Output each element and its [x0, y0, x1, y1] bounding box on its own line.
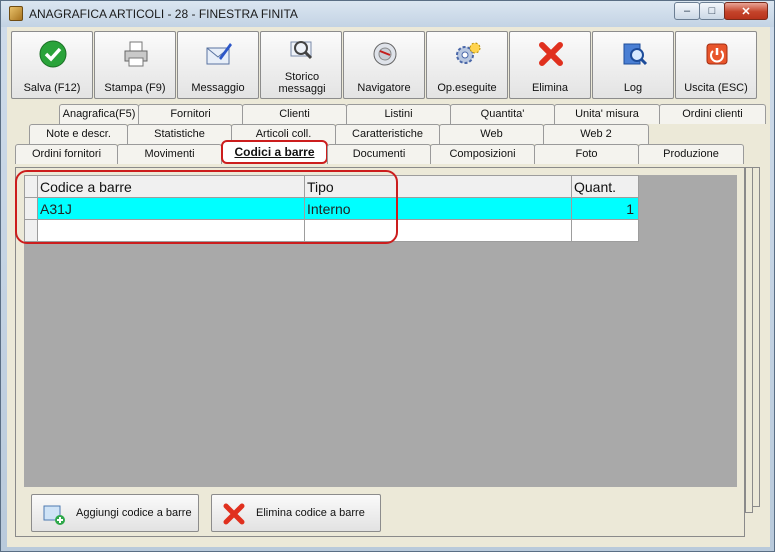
row-indicator[interactable] [24, 219, 38, 242]
cell-type[interactable] [304, 219, 572, 242]
tab-ordini-fornitori[interactable]: Ordini fornitori [15, 144, 118, 164]
navigator-button[interactable]: Navigatore [343, 31, 425, 99]
log-icon [623, 43, 648, 66]
tab-anagrafica[interactable]: Anagrafica(F5) [59, 104, 139, 124]
delete-label: Elimina [531, 82, 569, 94]
check-icon [39, 40, 67, 68]
app-box-icon [9, 6, 23, 21]
exit-label: Uscita (ESC) [684, 82, 748, 94]
tab-statistiche[interactable]: Statistiche [127, 124, 232, 144]
table-row[interactable]: A31J Interno 1 [24, 197, 639, 220]
cell-barcode[interactable]: A31J [37, 197, 305, 220]
table-row[interactable] [24, 219, 639, 242]
cell-quantity[interactable] [571, 219, 639, 242]
cell-quantity[interactable]: 1 [571, 197, 639, 220]
column-header-type[interactable]: Tipo [304, 175, 572, 198]
tab-foto[interactable]: Foto [534, 144, 639, 164]
maximize-button[interactable]: □ [699, 2, 725, 20]
envelope-pen-icon [206, 43, 232, 65]
operations-button[interactable]: Op.eseguite [426, 31, 508, 99]
row-indicator[interactable] [24, 197, 38, 220]
log-button[interactable]: Log [592, 31, 674, 99]
exit-button[interactable]: Uscita (ESC) [675, 31, 757, 99]
barcode-grid[interactable]: Codice a barre Tipo Quant. A31J Interno … [24, 175, 639, 242]
cell-barcode[interactable] [37, 219, 305, 242]
save-label: Salva (F12) [23, 82, 81, 94]
tab-web[interactable]: Web [439, 124, 544, 144]
message-history-icon [290, 41, 313, 60]
message-label: Messaggio [191, 82, 245, 94]
operations-label: Op.eseguite [437, 82, 497, 94]
tab-page: Codice a barre Tipo Quant. A31J Interno … [15, 167, 760, 537]
tab-composizioni[interactable]: Composizioni [430, 144, 535, 164]
column-header-quantity[interactable]: Quant. [571, 175, 639, 198]
add-barcode-icon [43, 505, 65, 525]
tab-row-3: Ordini fornitori Movimenti Codici a barr… [15, 140, 744, 164]
log-label: Log [623, 82, 643, 94]
message-history-button[interactable]: Storico messaggi [260, 31, 342, 99]
window-title: ANAGRAFICA ARTICOLI - 28 - FINESTRA FINI… [29, 7, 298, 21]
title-bar[interactable]: ANAGRAFICA ARTICOLI - 28 - FINESTRA FINI… [1, 1, 774, 27]
exit-icon [706, 43, 728, 65]
add-barcode-button[interactable]: Aggiungi codice a barre [31, 494, 199, 532]
toolbar: Salva (F12) Stampa (F9) Messaggio Storic… [11, 31, 758, 99]
tab-ordini-clienti[interactable]: Ordini clienti [659, 104, 766, 124]
delete-barcode-label: Elimina codice a barre [256, 507, 365, 519]
tab-produzione[interactable]: Produzione [638, 144, 744, 164]
tab-web-2[interactable]: Web 2 [543, 124, 649, 144]
tab-quantita[interactable]: Quantita' [450, 104, 555, 124]
tab-clienti[interactable]: Clienti [242, 104, 347, 124]
delete-barcode-button[interactable]: Elimina codice a barre [211, 494, 381, 532]
cell-type[interactable]: Interno [304, 197, 572, 220]
delete-button[interactable]: Elimina [509, 31, 591, 99]
message-button[interactable]: Messaggio [177, 31, 259, 99]
print-label: Stampa (F9) [104, 82, 166, 94]
tab-note-descr[interactable]: Note e descr. [29, 124, 128, 144]
row-indicator-header [24, 175, 38, 198]
printer-icon [124, 41, 148, 67]
tab-row-1: Anagrafica(F5) Fornitori Clienti Listini… [59, 104, 766, 124]
navigator-label: Navigatore [357, 82, 411, 94]
column-header-barcode[interactable]: Codice a barre [37, 175, 305, 198]
delete-x-icon [223, 503, 245, 525]
grid-header-row: Codice a barre Tipo Quant. [24, 175, 639, 198]
add-barcode-label: Aggiungi codice a barre [76, 507, 192, 519]
app-window: ANAGRAFICA ARTICOLI - 28 - FINESTRA FINI… [0, 0, 775, 552]
close-button[interactable]: ✕ [724, 2, 768, 20]
tab-unita-misura[interactable]: Unita' misura [554, 104, 660, 124]
gears-icon [456, 42, 481, 64]
tab-listini[interactable]: Listini [346, 104, 451, 124]
barcode-grid-area: Codice a barre Tipo Quant. A31J Interno … [24, 175, 737, 487]
message-history-label: Storico messaggi [278, 71, 326, 95]
tab-fornitori[interactable]: Fornitori [138, 104, 243, 124]
save-button[interactable]: Salva (F12) [11, 31, 93, 99]
tab-documenti[interactable]: Documenti [327, 144, 431, 164]
print-button[interactable]: Stampa (F9) [94, 31, 176, 99]
tab-movimenti[interactable]: Movimenti [117, 144, 222, 164]
client-area: Salva (F12) Stampa (F9) Messaggio Storic… [7, 27, 770, 547]
navigator-icon [373, 42, 397, 66]
tab-codici-a-barre[interactable]: Codici a barre [221, 140, 328, 164]
minimize-button[interactable]: – [674, 2, 700, 20]
tab-caratteristiche[interactable]: Caratteristiche [335, 124, 440, 144]
tab-row-2: Note e descr. Statistiche Articoli coll.… [29, 124, 649, 144]
delete-x-icon [539, 42, 563, 66]
